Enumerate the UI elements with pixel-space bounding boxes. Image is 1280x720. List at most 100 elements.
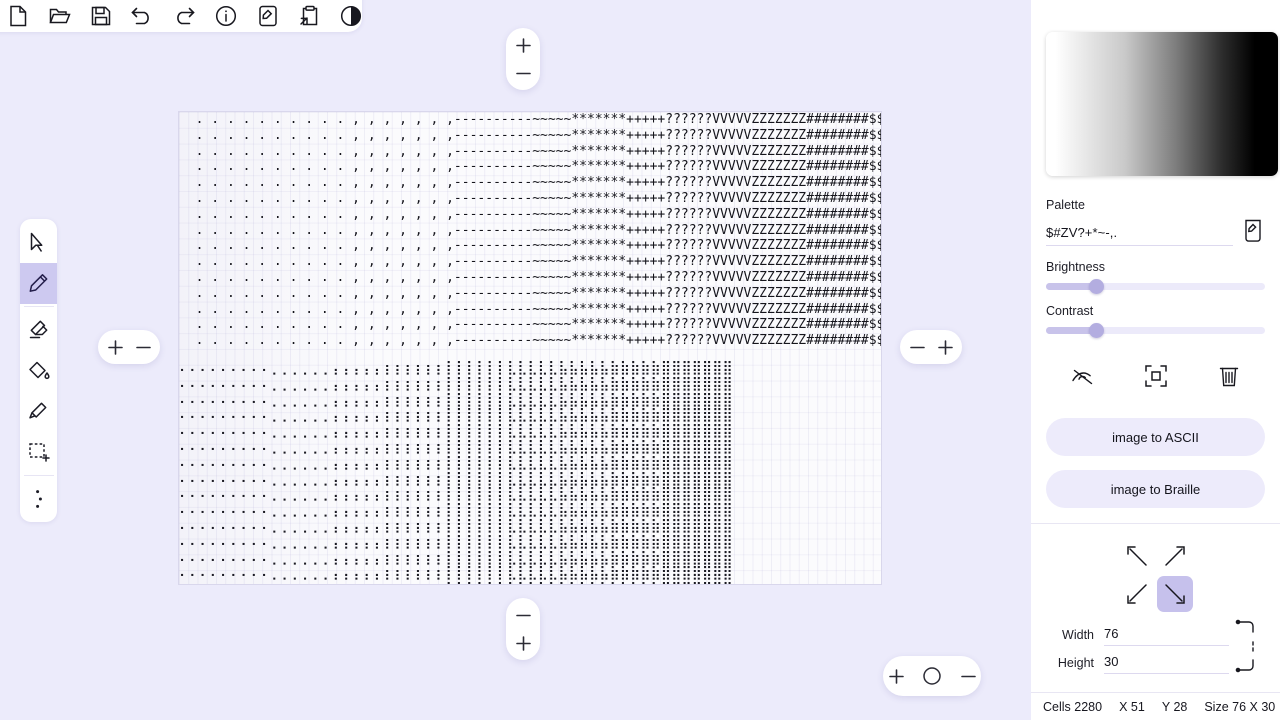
- toggle-visibility-icon[interactable]: [1066, 360, 1100, 392]
- braille-row: ⠄⠄⠄⠄⠄⠄⠄⠄⠄⡀⡀⡀⡀⡀⡀⡄⡄⡄⡄⡄⡆⡆⡆⡆⡆⡆⡇⡇⡇⡇⡇⡇⣇⣇⣇⣇⣇⣧⣧⣧…: [179, 454, 733, 471]
- ascii-row: . . . . . . . . . . , , , , , , ,-------…: [180, 254, 882, 270]
- height-input[interactable]: 30: [1104, 654, 1229, 674]
- brightness-slider[interactable]: [1046, 279, 1265, 294]
- info-icon[interactable]: [215, 3, 237, 29]
- save-floppy-icon[interactable]: [91, 3, 112, 29]
- gradient-preview[interactable]: [1046, 32, 1278, 176]
- fit-to-frame-icon[interactable]: [1139, 360, 1173, 392]
- anchor-bottom-left[interactable]: [1119, 576, 1155, 612]
- braille-row: ⠄⠄⠄⠄⠄⠄⠄⠄⠄⡀⡀⡀⡀⡀⡀⡄⡄⡄⡄⡄⡆⡆⡆⡆⡆⡆⡇⡇⡇⡇⡇⡇⣇⣇⣇⣇⣇⣧⣧⣧…: [179, 375, 733, 392]
- ascii-row: . . . . . . . . . . , , , , , , ,-------…: [180, 159, 882, 175]
- open-folder-icon[interactable]: [49, 3, 71, 29]
- contrast-control: Contrast: [1031, 304, 1280, 338]
- right-panel: Palette $#ZV?+*~-,. Brightness Contrast …: [1031, 0, 1280, 720]
- tool-divider: [23, 306, 54, 307]
- brightness-label: Brightness: [1046, 260, 1106, 274]
- marquee-select-tool[interactable]: [20, 432, 57, 473]
- edit-note-icon[interactable]: [257, 3, 278, 29]
- pencil-tool[interactable]: [20, 263, 57, 304]
- palette-label: Palette: [1046, 198, 1085, 212]
- canvas-rows-bottom-control: [506, 598, 540, 660]
- add-col-right-button[interactable]: [934, 336, 956, 358]
- status-bar: Cells 2280 X 51 Y 28 Size 76 X 30: [1031, 692, 1280, 720]
- ascii-canvas[interactable]: . . . . . . . . . . , , , , , , ,-------…: [178, 111, 882, 585]
- remove-col-right-button[interactable]: [906, 336, 928, 358]
- x-status: X 51: [1119, 700, 1145, 714]
- anchor-bottom-right[interactable]: [1156, 576, 1193, 612]
- braille-row: ⠄⠄⠄⠄⠄⠄⠄⠄⠄⡀⡀⡀⡀⡀⡀⡄⡄⡄⡄⡄⡆⡆⡆⡆⡆⡆⡇⡇⡇⡇⡇⡇⣇⣇⣇⣇⣇⣧⣧⣧…: [179, 533, 733, 550]
- ascii-row: . . . . . . . . . . , , , , , , ,-------…: [180, 127, 882, 143]
- image-actions-row: [1031, 360, 1280, 392]
- remove-row-bottom-button[interactable]: [512, 604, 534, 626]
- add-row-top-button[interactable]: [512, 34, 534, 56]
- ascii-row: . . . . . . . . . . , , , , , , ,-------…: [180, 317, 882, 333]
- ascii-row: . . . . . . . . . . , , , , , , ,-------…: [180, 269, 882, 285]
- braille-row: ⠄⠄⠄⠄⠄⠄⠄⠄⠄⡀⡀⡀⡀⡀⡀⡄⡄⡄⡄⡄⡆⡆⡆⡆⡆⡆⡇⡇⡇⡇⡇⡇⣇⣇⣇⣇⣇⣧⣧⣧…: [179, 438, 733, 455]
- size-status: Size 76 X 30: [1204, 700, 1275, 714]
- y-label: Y: [1161, 699, 1170, 714]
- ascii-row: . . . . . . . . . . , , , , , , ,-------…: [180, 175, 882, 191]
- canvas-grid: [179, 112, 881, 584]
- redo-icon[interactable]: [173, 3, 195, 29]
- palette-row: $#ZV?+*~-,.: [1046, 218, 1265, 246]
- palette-edit-icon[interactable]: [1241, 218, 1265, 244]
- link-aspect-ratio-icon[interactable]: [1235, 618, 1257, 674]
- undo-icon[interactable]: [131, 3, 153, 29]
- zoom-control: [883, 656, 981, 696]
- palette-input[interactable]: $#ZV?+*~-,.: [1046, 225, 1233, 246]
- width-input[interactable]: 76: [1104, 626, 1229, 646]
- more-options-tool[interactable]: [20, 478, 57, 519]
- ascii-row: . . . . . . . . . . , , , , , , ,-------…: [180, 301, 882, 317]
- image-to-ascii-button[interactable]: image to ASCII: [1046, 418, 1265, 456]
- add-row-bottom-button[interactable]: [512, 632, 534, 654]
- contrast-slider-knob[interactable]: [1089, 323, 1105, 338]
- anchor-selector: [1046, 538, 1265, 612]
- ascii-row: . . . . . . . . . . , , , , , , ,-------…: [180, 238, 882, 254]
- eyedropper-tool[interactable]: [20, 391, 57, 432]
- select-cursor-tool[interactable]: [20, 222, 57, 263]
- contrast-slider[interactable]: [1046, 323, 1265, 338]
- braille-row: ⠄⠄⠄⠄⠄⠄⠄⠄⠄⡀⡀⡀⡀⡀⡀⡄⡄⡄⡄⡄⡆⡆⡆⡆⡆⡆⡇⡇⡇⡇⡇⡇⣇⣇⣇⣇⣇⣧⣧⣧…: [179, 565, 733, 582]
- fill-bucket-tool[interactable]: [20, 350, 57, 391]
- export-clipboard-icon[interactable]: [298, 3, 320, 29]
- braille-row: ⠄⠄⠄⠄⠄⠄⠄⠄⠄⡀⡀⡀⡀⡀⡀⡄⡄⡄⡄⡄⡆⡆⡆⡆⡆⡆⡇⡇⡇⡇⡇⡇⣇⣇⣇⣇⣇⣧⣧⣧…: [179, 470, 733, 487]
- anchor-top-left[interactable]: [1119, 538, 1155, 574]
- x-label: X: [1119, 699, 1128, 714]
- palette-input-wrap: $#ZV?+*~-,.: [1046, 225, 1233, 246]
- anchor-top-right[interactable]: [1157, 538, 1193, 574]
- braille-art-content: ⠄⠄⠄⠄⠄⠄⠄⠄⠄⡀⡀⡀⡀⡀⡀⡄⡄⡄⡄⡄⡆⡆⡆⡆⡆⡆⡇⡇⡇⡇⡇⡇⣇⣇⣇⣇⣇⣧⣧⣧…: [179, 360, 881, 584]
- ascii-row: . . . . . . . . . . , , , , , , ,-------…: [180, 333, 882, 349]
- braille-row: ⠄⠄⠄⠄⠄⠄⠄⠄⠄⡀⡀⡀⡀⡀⡀⡄⡄⡄⡄⡄⡆⡆⡆⡆⡆⡆⡇⡇⡇⡇⡇⡇⣇⣇⣇⣇⣇⣧⣧⣧…: [179, 517, 733, 534]
- remove-row-top-button[interactable]: [512, 62, 534, 84]
- new-file-icon[interactable]: [8, 3, 29, 29]
- cells-status: Cells 2280: [1043, 700, 1102, 714]
- cells-value: 2280: [1074, 699, 1103, 714]
- size-label: Size: [1204, 699, 1229, 714]
- y-value: 28: [1173, 699, 1188, 714]
- ascii-row: . . . . . . . . . . , , , , , , ,-------…: [180, 190, 882, 206]
- add-col-left-button[interactable]: [104, 336, 126, 358]
- braille-row: ⠄⠄⠄⠄⠄⠄⠄⠄⠄⡀⡀⡀⡀⡀⡀⡄⡄⡄⡄⡄⡆⡆⡆⡆⡆⡆⡇⡇⡇⡇⡇⡇⣇⣇⣇⣇⣇⣧⣧⣧…: [179, 549, 733, 566]
- ascii-row: . . . . . . . . . . , , , , , , ,-------…: [180, 222, 882, 238]
- contrast-label: Contrast: [1046, 304, 1094, 318]
- canvas-cols-right-control: [900, 330, 962, 364]
- zoom-in-button[interactable]: [885, 665, 907, 687]
- contrast-icon[interactable]: [340, 3, 362, 29]
- eraser-tool[interactable]: [20, 309, 57, 350]
- zoom-reset-circle-icon[interactable]: [921, 665, 943, 687]
- braille-row: ⠄⠄⠄⠄⠄⠄⠄⠄⠄⡀⡀⡀⡀⡀⡀⡄⡄⡄⡄⡄⡆⡆⡆⡆⡆⡆⡇⡇⡇⡇⡇⡇⣇⣇⣇⣇⣇⣧⣧⣧…: [179, 423, 733, 440]
- brightness-slider-knob[interactable]: [1089, 279, 1105, 294]
- canvas-cols-left-control: [98, 330, 160, 364]
- braille-row: ⠄⠄⠄⠄⠄⠄⠄⠄⠄⡀⡀⡀⡀⡀⡀⡄⡄⡄⡄⡄⡆⡆⡆⡆⡆⡆⡇⡇⡇⡇⡇⡇⣇⣇⣇⣇⣇⣧⣧⣧…: [179, 407, 733, 424]
- tool-rail: [20, 219, 57, 522]
- braille-row: ⠄⠄⠄⠄⠄⠄⠄⠄⠄⡀⡀⡀⡀⡀⡀⡄⡄⡄⡄⡄⡆⡆⡆⡆⡆⡆⡇⡇⡇⡇⡇⡇⣇⣇⣇⣇⣇⣧⣧⣧…: [179, 502, 733, 519]
- image-to-braille-button[interactable]: image to Braille: [1046, 470, 1265, 508]
- width-label: Width: [1062, 628, 1094, 642]
- braille-row: ⠄⠄⠄⠄⠄⠄⠄⠄⠄⡀⡀⡀⡀⡀⡀⡄⡄⡄⡄⡄⡆⡆⡆⡆⡆⡆⡇⡇⡇⡇⡇⡇⣇⣇⣇⣇⣇⣧⣧⣧…: [179, 391, 733, 408]
- zoom-out-button[interactable]: [957, 665, 979, 687]
- cells-label: Cells: [1043, 699, 1071, 714]
- ascii-art-content: . . . . . . . . . . , , , , , , ,-------…: [179, 112, 882, 349]
- canvas-grid-shading: [179, 112, 364, 584]
- delete-trash-icon[interactable]: [1212, 360, 1246, 392]
- remove-col-left-button[interactable]: [132, 336, 154, 358]
